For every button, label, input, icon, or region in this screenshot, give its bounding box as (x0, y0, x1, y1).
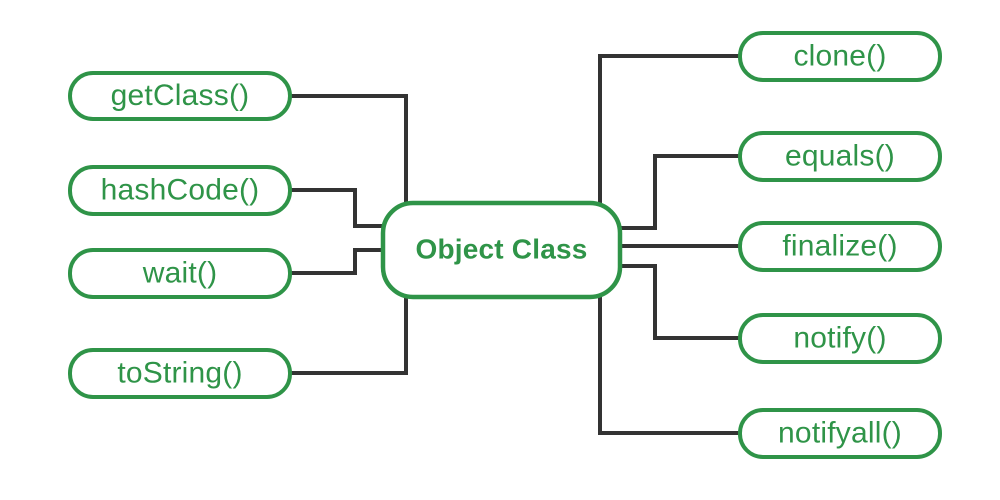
node-label-equals: equals() (785, 139, 895, 172)
diagram-canvas: getClass() hashCode() wait() toString() clon… (68, 31, 942, 459)
node-label-object-class: Object Class (415, 233, 587, 264)
connector-wait (290, 248, 383, 275)
connector-clone (598, 54, 740, 203)
node-label-notifyall: notifyall() (778, 416, 902, 449)
node-clone[interactable]: clone() (738, 31, 942, 82)
node-equals[interactable]: equals() (738, 131, 942, 182)
connector-getclass (290, 94, 408, 203)
node-notify[interactable]: notify() (738, 313, 942, 364)
node-getclass[interactable]: getClass() (68, 71, 292, 121)
connector-notify (620, 264, 740, 340)
connector-equals (620, 154, 740, 230)
node-hashcode[interactable]: hashCode() (68, 165, 292, 216)
node-label-tostring: toString() (117, 356, 242, 389)
node-label-getclass: getClass() (111, 79, 250, 112)
node-label-notify: notify() (793, 321, 886, 354)
node-label-clone: clone() (793, 39, 886, 72)
connector-notifyall (598, 297, 740, 435)
object-class-diagram: getClass() hashCode() wait() toString() clon… (0, 0, 1000, 500)
connector-tostring (290, 297, 408, 375)
node-finalize[interactable]: finalize() (738, 221, 942, 272)
node-object-class[interactable]: Object Class (380, 200, 623, 300)
nodes-layer: getClass() hashCode() wait() toString() clon… (68, 31, 942, 459)
node-wait[interactable]: wait() (68, 248, 292, 299)
connector-hashcode (290, 188, 383, 228)
node-tostring[interactable]: toString() (68, 348, 292, 399)
node-notifyall[interactable]: notifyall() (738, 408, 942, 459)
node-label-hashcode: hashCode() (101, 173, 260, 206)
node-label-finalize: finalize() (782, 229, 897, 262)
node-label-wait: wait() (142, 256, 218, 289)
